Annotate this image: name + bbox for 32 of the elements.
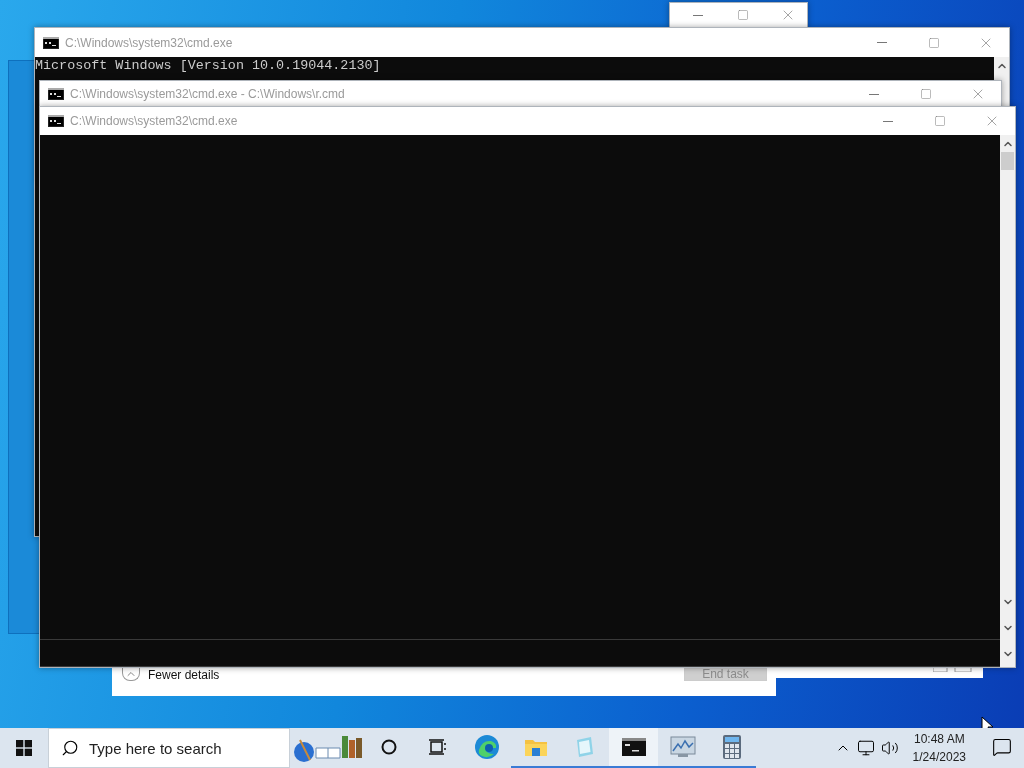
chart-monitor-icon xyxy=(669,736,696,758)
console-icon xyxy=(48,88,64,100)
scroll-thumb[interactable] xyxy=(1001,152,1014,170)
network-icon[interactable] xyxy=(856,739,875,757)
maximize-icon xyxy=(920,88,932,100)
window-title: C:\Windows\system32\cmd.exe xyxy=(70,114,239,128)
console-icon xyxy=(48,115,64,127)
maximize-icon xyxy=(736,9,749,21)
circle-icon xyxy=(380,739,397,755)
volume-icon[interactable] xyxy=(880,739,899,757)
windows-logo-icon xyxy=(16,740,32,756)
task-view-icon xyxy=(428,739,447,755)
console-line: Microsoft Windows [Version 10.0.19044.2130] xyxy=(35,58,382,74)
scrollbar[interactable] xyxy=(1000,135,1015,667)
minimize-icon xyxy=(869,93,879,95)
browser-icon xyxy=(473,734,500,760)
clock[interactable]: 10:48 AM 1/24/2023 xyxy=(904,730,974,766)
taskbar-app[interactable] xyxy=(609,728,658,768)
terminal-icon xyxy=(621,738,646,756)
notification-icon xyxy=(992,737,1012,757)
folder-icon xyxy=(523,737,548,757)
console-icon xyxy=(43,36,59,49)
maximize-icon xyxy=(934,115,946,127)
search-field[interactable]: Type here to search xyxy=(48,728,290,768)
minimize-icon xyxy=(883,120,893,122)
minimize-icon xyxy=(877,42,887,43)
search-icon xyxy=(61,739,79,757)
calculator-icon xyxy=(722,735,741,759)
maximize-icon xyxy=(928,36,940,49)
minimize-icon xyxy=(692,14,703,16)
window-title: C:\Windows\system32\cmd.exe - C:\Windows\r.cmd xyxy=(70,87,346,101)
window-title: C:\Windows\system32\cmd.exe xyxy=(65,35,234,50)
